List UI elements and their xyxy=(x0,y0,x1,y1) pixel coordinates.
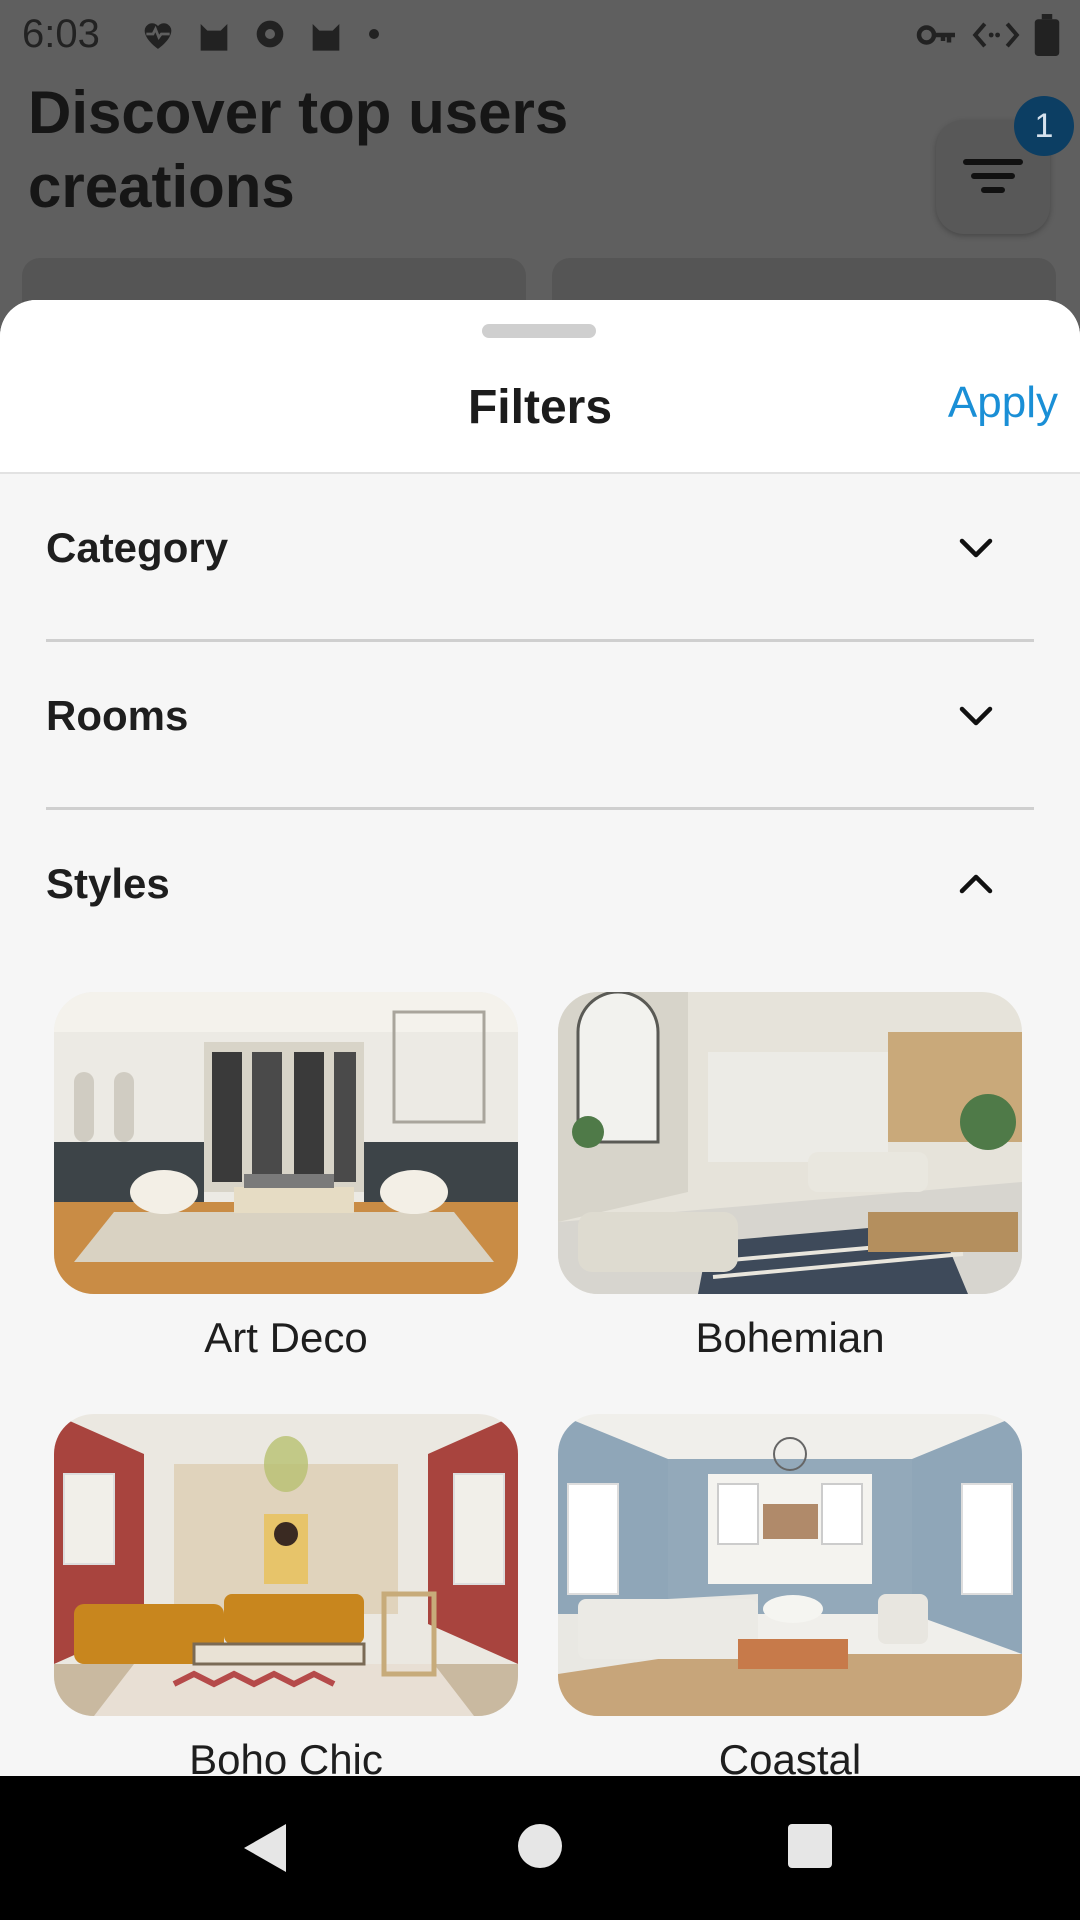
dot-icon xyxy=(369,29,379,39)
heart-pulse-icon xyxy=(144,23,172,49)
drag-handle[interactable] xyxy=(482,324,596,338)
recents-icon[interactable] xyxy=(786,1822,834,1870)
chevron-down-icon xyxy=(959,538,993,558)
sheet-title: Filters xyxy=(467,381,613,434)
section-label: Rooms xyxy=(46,692,189,739)
chevron-up-icon xyxy=(959,874,993,894)
status-time: 6:03 xyxy=(22,12,100,56)
style-label: Art Deco xyxy=(204,1314,368,1361)
section-rooms[interactable]: Rooms xyxy=(46,642,1034,810)
style-label: Coastal xyxy=(718,1736,862,1776)
style-card-art-deco[interactable]: Art Deco xyxy=(54,992,518,1362)
sheet-header: Filters Apply xyxy=(0,300,1080,474)
section-category[interactable]: Category xyxy=(46,474,1034,642)
navigation-bar xyxy=(0,1776,1080,1920)
style-label: Boho Chic xyxy=(189,1736,383,1776)
section-label: Styles xyxy=(46,860,170,907)
style-card-boho-chic[interactable]: Boho Chic xyxy=(54,1414,518,1776)
style-image xyxy=(558,1414,1022,1716)
status-notification-icons xyxy=(138,14,386,54)
style-card-coastal[interactable]: Coastal xyxy=(558,1414,1022,1776)
cat-icon xyxy=(312,24,340,51)
style-image xyxy=(54,992,518,1294)
section-label: Category xyxy=(46,524,229,571)
chevron-down-icon xyxy=(959,706,993,726)
style-label: Bohemian xyxy=(695,1314,885,1361)
status-system-icons xyxy=(916,14,1060,56)
section-styles[interactable]: Styles xyxy=(46,810,1034,978)
cat-icon xyxy=(200,24,228,51)
battery-icon xyxy=(1034,14,1060,56)
key-icon xyxy=(916,25,955,45)
back-icon[interactable] xyxy=(240,1820,290,1876)
page-title: Discover top users creations xyxy=(28,79,569,220)
home-icon[interactable] xyxy=(516,1822,564,1870)
style-image xyxy=(558,992,1022,1294)
style-card-bohemian[interactable]: Bohemian xyxy=(558,992,1022,1362)
style-image xyxy=(54,1414,518,1716)
apply-button[interactable]: Apply xyxy=(948,378,1058,428)
code-arrows-icon xyxy=(972,22,1020,48)
status-bar: 6:03 xyxy=(0,0,1080,72)
filters-sheet: Filters Apply Category Rooms Styles Art … xyxy=(0,300,1080,1776)
filter-count-badge: 1 xyxy=(1014,96,1074,156)
gear-blob-icon xyxy=(256,20,284,48)
